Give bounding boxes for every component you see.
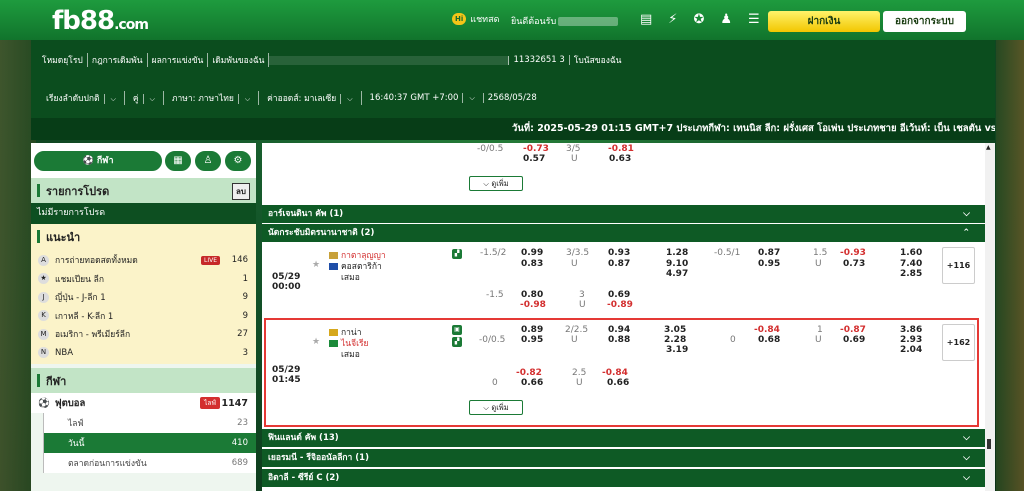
- league-germany-regionalliga[interactable]: เยอรมนี - รีจิออนัลลีกา (1) ⌵: [262, 449, 985, 467]
- sports-header: กีฬา: [31, 368, 256, 393]
- chat-icon: Hi: [452, 13, 467, 25]
- chevron-down-icon: ⌵: [110, 95, 116, 103]
- favorites-header: รายการโปรด ลบ: [31, 178, 256, 203]
- username-redacted: [558, 17, 619, 26]
- league-international-friendly[interactable]: นัดกระชับมิตรนานาชาติ (2) ⌃: [262, 224, 985, 242]
- pair-select[interactable]: คู่ ⌵: [125, 91, 164, 105]
- chevron-down-icon: ⌵: [963, 209, 970, 219]
- user-icon[interactable]: ♟: [720, 12, 732, 27]
- odds-table: ▲ -0/0.5 -0.73 0.57 3/5 U -0.81 0.63 ⌵ ด…: [262, 143, 995, 491]
- background-player-right: [996, 40, 1024, 491]
- match-row: กาตาลุญญา คอสตาริก้า เสมอ ★ ▞ 05/29 00:0…: [262, 243, 985, 314]
- star-icon[interactable]: ★: [312, 260, 320, 270]
- chevron-down-icon: ⌵: [347, 95, 353, 103]
- deposit-button[interactable]: ฝากเงิน: [768, 11, 880, 32]
- match-row: -0/0.5 -0.73 0.57 3/5 U -0.81 0.63 ⌵ ดูเ…: [262, 143, 985, 204]
- nav-european-mode[interactable]: โหมดยุโรป: [38, 53, 88, 67]
- language-select[interactable]: ภาษา: ภาษาไทย ⌵: [164, 91, 260, 105]
- chat-label: แชทสด: [470, 15, 500, 25]
- live-badge: LIVE: [200, 255, 220, 265]
- recommended-list: A การถ่ายทอดสดทั้งหมด LIVE 146 ★ แชมเปียน ลี…: [31, 249, 256, 364]
- logout-button[interactable]: ออกจากระบบ: [883, 11, 966, 32]
- nav-links: โหมดยุโรป กฎการเดิมพัน ผลการแข่งขัน เดิม…: [38, 53, 625, 67]
- profile-icon[interactable]: ♙: [195, 151, 221, 171]
- top-icons: ▤ ⚡ ✪ ♟ ☰: [640, 12, 760, 27]
- list-item[interactable]: ★ แชมเปียน ลีก 1: [31, 270, 256, 289]
- recommended-header: แนะนำ: [31, 224, 256, 249]
- sub-live[interactable]: ไลฟ์ 23: [43, 413, 256, 433]
- settings-icon[interactable]: ⚙: [225, 151, 251, 171]
- vip-icon[interactable]: ✪: [693, 12, 704, 27]
- chevron-down-icon: ⌵: [963, 473, 970, 483]
- chevron-down-icon: ⌵: [149, 95, 155, 103]
- favorites-empty: ไม่มีรายการโปรด: [31, 203, 256, 224]
- highlight-box: [264, 318, 979, 427]
- chevron-down-icon: ⌵: [469, 94, 475, 102]
- list-item[interactable]: N NBA 3: [31, 344, 256, 363]
- betslip-icon[interactable]: ▦: [165, 151, 191, 171]
- nav-settings: เรียงลำดับปกติ ⌵ คู่ ⌵ ภาษา: ภาษาไทย ⌵ ค่าอ…: [38, 91, 541, 105]
- sort-select[interactable]: เรียงลำดับปกติ ⌵: [38, 91, 125, 105]
- scrollbar[interactable]: ▲: [985, 143, 995, 491]
- sub-today[interactable]: วันนี้ 410: [43, 433, 256, 453]
- wallet-icon[interactable]: ▤: [640, 12, 652, 27]
- k-league-icon: K: [38, 310, 49, 322]
- list-item[interactable]: J ญี่ปุ่น - J-ลีก 19: [31, 288, 256, 307]
- league-finland-cup[interactable]: ฟินแลนด์ คัพ (13) ⌵: [262, 429, 985, 447]
- list-item[interactable]: M อเมริกา - พรีเมียร์ลีก 27: [31, 325, 256, 344]
- j-league-icon: J: [38, 291, 49, 303]
- soccer-ball-icon: ⚽: [38, 397, 50, 409]
- league-argentina-cup[interactable]: อาร์เจนตินา คัพ (1) ⌵: [262, 205, 985, 223]
- sub-early[interactable]: ตลาดก่อนการแข่งขัน 689: [43, 453, 256, 473]
- nav-results[interactable]: ผลการแข่งขัน: [148, 53, 209, 67]
- nav-account-id: 11332651 3: [509, 55, 570, 65]
- list-item[interactable]: A การถ่ายทอดสดทั้งหมด LIVE 146: [31, 251, 256, 270]
- nav-my-bets[interactable]: เดิมพันของฉัน: [208, 53, 270, 67]
- date: 2568/05/28: [487, 93, 537, 103]
- lightning-icon[interactable]: ⚡: [668, 12, 677, 27]
- site-logo[interactable]: fb88.com: [52, 6, 149, 36]
- nba-icon: N: [38, 347, 49, 359]
- sidebar-toolbar: ⚽ กีฬา ▦ ♙ ⚙: [31, 143, 256, 178]
- favorites-delete-button[interactable]: ลบ: [232, 183, 250, 200]
- list-item[interactable]: K เกาหลี - K-ลีก 19: [31, 307, 256, 326]
- chevron-up-icon: ⌃: [962, 228, 970, 238]
- redacted-bar: [269, 55, 510, 65]
- odds-select[interactable]: ค่าออดส์: มาเลเซีย ⌵: [259, 91, 362, 105]
- champions-league-icon: ★: [38, 273, 49, 285]
- news-ticker: วันที่: 2025-05-29 01:15 GMT+7 ประเภทกีฬ…: [31, 118, 995, 140]
- sport-football[interactable]: ⚽ ฟุตบอล ไลฟ์ 1147: [31, 393, 256, 413]
- nav-rules[interactable]: กฎการเดิมพัน: [88, 53, 148, 67]
- nav-my-bonus[interactable]: โบนัสของฉัน: [570, 53, 626, 67]
- welcome-text: ยินดีต้อนรับ: [511, 14, 619, 28]
- clock: 16:40:37 GMT +7:00 ⌵: [362, 93, 484, 103]
- stats-icon[interactable]: ▞: [452, 249, 462, 259]
- left-sidebar: ⚽ กีฬา ▦ ♙ ⚙ รายการโปรด ลบ ไม่มีรายการโปร…: [31, 143, 256, 491]
- scroll-up-icon: ▲: [986, 144, 991, 151]
- mls-icon: M: [38, 328, 49, 340]
- top-bar: fb88.com Hi แชทสด ยินดีต้อนรับ ▤ ⚡ ✪ ♟ ☰…: [0, 0, 1024, 40]
- sportsbook-nav: โหมดยุโรป กฎการเดิมพัน ผลการแข่งขัน เดิม…: [31, 40, 995, 118]
- more-markets-button[interactable]: +116: [942, 247, 975, 284]
- chevron-down-icon: ⌵: [963, 433, 970, 443]
- live-chat-button[interactable]: Hi แชทสด: [452, 12, 499, 26]
- list-icon[interactable]: ☰: [748, 12, 760, 27]
- live-badge: ไลฟ์: [200, 397, 220, 409]
- all-icon: A: [38, 254, 49, 266]
- league-italy-serie-c[interactable]: อิตาลี - ซีรีย์ C (2) ⌵: [262, 469, 985, 487]
- more-markets-button[interactable]: ⌵ ดูเพิ่ม: [469, 176, 523, 191]
- chevron-down-icon: ⌵: [244, 95, 251, 103]
- chevron-down-icon: ⌵: [963, 453, 970, 463]
- sports-pill-button[interactable]: ⚽ กีฬา: [34, 151, 162, 171]
